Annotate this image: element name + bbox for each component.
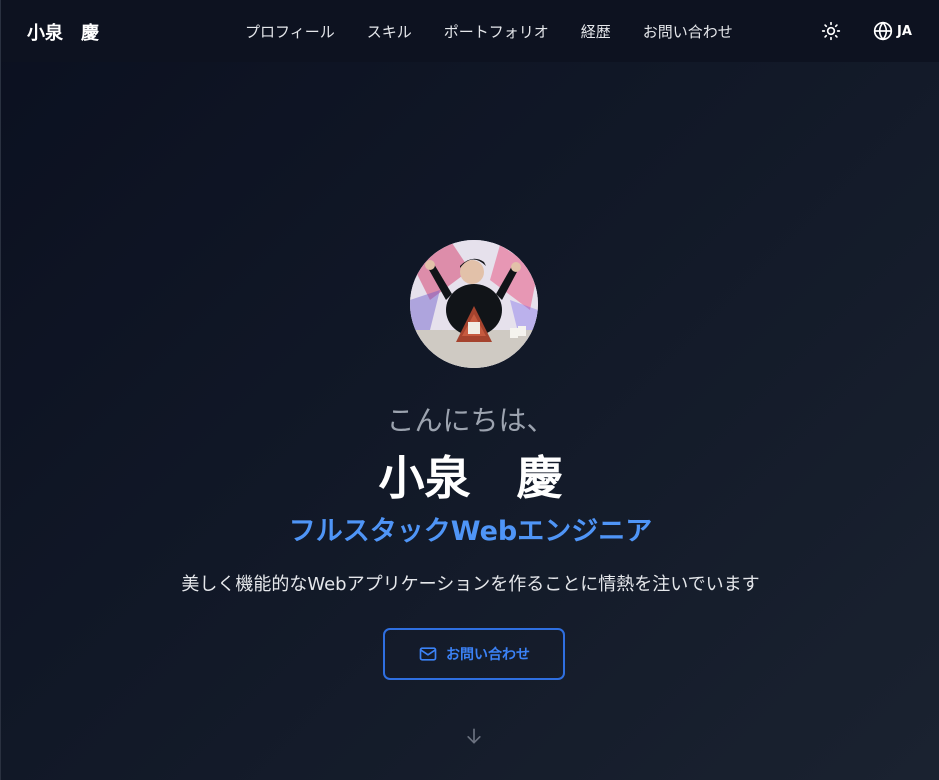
contact-button-label: お問い合わせ (446, 646, 530, 662)
nav-link-skills[interactable]: スキル (367, 21, 412, 42)
nav-link-profile[interactable]: プロフィール (245, 21, 335, 42)
hero-greeting: こんにちは、 (386, 404, 555, 437)
hero-name: 小泉 慶 (378, 451, 563, 505)
language-switch[interactable]: JA (873, 21, 912, 41)
globe-icon (873, 21, 893, 41)
hero-tagline: 美しく機能的なWebアプリケーションを作ることに情熱を注いでいます (181, 574, 760, 595)
sun-icon (821, 21, 841, 41)
language-label: JA (897, 23, 912, 39)
nav-links: プロフィール スキル ポートフォリオ 経歴 お問い合わせ (245, 21, 765, 42)
nav-link-portfolio[interactable]: ポートフォリオ (444, 21, 549, 42)
scroll-down-button[interactable] (464, 726, 484, 746)
site-logo[interactable]: 小泉 慶 (27, 19, 99, 45)
contact-button[interactable]: お問い合わせ (383, 628, 565, 680)
nav-link-contact[interactable]: お問い合わせ (643, 21, 733, 42)
arrow-down-icon (467, 728, 481, 744)
nav-link-career[interactable]: 経歴 (581, 21, 611, 42)
hero-role: フルスタックWebエンジニア (288, 516, 653, 547)
navbar: 小泉 慶 プロフィール スキル ポートフォリオ 経歴 お問い合わせ JA (1, 0, 939, 62)
profile-photo (410, 240, 538, 368)
theme-toggle-button[interactable] (821, 21, 841, 41)
mail-icon (419, 647, 437, 661)
